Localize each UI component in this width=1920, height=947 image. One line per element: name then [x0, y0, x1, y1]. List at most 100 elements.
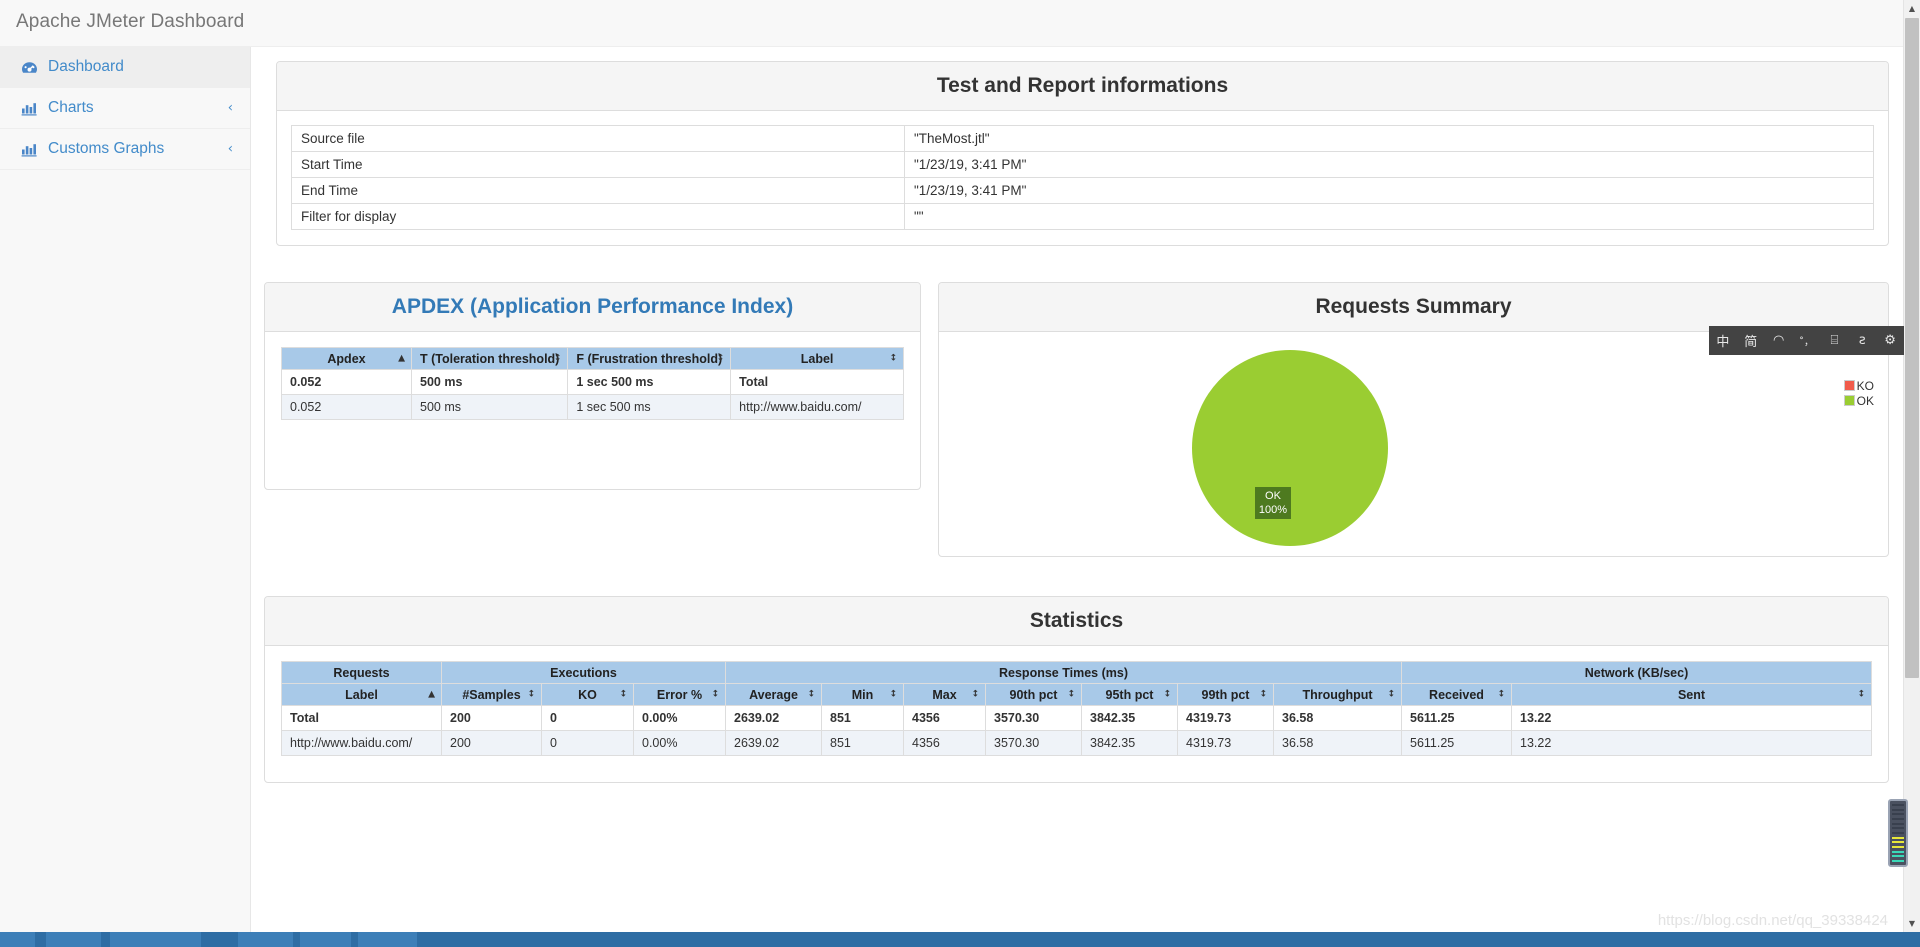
- meter-bar: [1892, 841, 1904, 844]
- sort-indicator-icon: ↕: [711, 689, 719, 699]
- vertical-scrollbar[interactable]: ▲ ▼: [1903, 0, 1920, 932]
- cell: 3570.30: [985, 705, 1082, 731]
- sidebar-nav: Dashboard Charts ‹ Customs Graphs ‹: [0, 47, 251, 947]
- sort-indicator-icon: ▲: [398, 353, 405, 363]
- sort-indicator-icon: ↕: [553, 353, 562, 363]
- panel-header: Test and Report informations: [277, 62, 1888, 111]
- meter-bar: [1892, 836, 1904, 839]
- meter-bar: [1892, 855, 1904, 858]
- cell: 200: [441, 705, 542, 731]
- panel-header: Requests Summary: [939, 283, 1888, 332]
- apdex-col-frustration[interactable]: F (Frustration threshold) ↕: [567, 347, 732, 370]
- scroll-up-arrow-icon[interactable]: ▲: [1904, 0, 1920, 17]
- stats-col-sent[interactable]: Sent ↕: [1511, 683, 1872, 706]
- ime-keyboard-icon[interactable]: ⌸: [1820, 326, 1848, 355]
- cell: 500 ms: [410, 394, 569, 420]
- stats-col-90th-pct[interactable]: 90th pct ↕: [985, 683, 1082, 706]
- stats-col-label[interactable]: Label ▲: [281, 683, 442, 706]
- taskbar-segment[interactable]: [300, 932, 352, 947]
- stats-col-error-pct[interactable]: Error % ↕: [633, 683, 726, 706]
- panel-body: Apdex ▲ T (Toleration threshold) ↕ F (Fr…: [265, 332, 920, 420]
- stats-col-min[interactable]: Min ↕: [821, 683, 904, 706]
- statistics-table: Requests Executions Response Times (ms) …: [281, 661, 1872, 756]
- legend-label: KO: [1856, 378, 1874, 393]
- legend-swatch-ko: [1843, 380, 1855, 391]
- table-header-row: Label ▲ #Samples ↕ KO ↕ Error % ↕ Averag…: [281, 683, 1872, 706]
- column-label: Received: [1429, 687, 1484, 702]
- group-header-response-times: Response Times (ms): [725, 661, 1402, 684]
- cell: 36.58: [1273, 705, 1402, 731]
- panel-title: APDEX (Application Performance Index): [391, 295, 794, 318]
- cell: 3842.35: [1081, 705, 1178, 731]
- ime-punctuation-icon[interactable]: ˚，: [1793, 326, 1821, 355]
- column-label: Error %: [656, 687, 703, 702]
- taskbar-segment[interactable]: [46, 932, 102, 947]
- sort-indicator-icon: ▲: [428, 689, 435, 699]
- legend-item-ok[interactable]: OK: [1843, 393, 1874, 408]
- table-row: Start Time "1/23/19, 3:41 PM": [291, 151, 1874, 178]
- sort-indicator-icon: ↕: [619, 689, 627, 699]
- apdex-col-toleration[interactable]: T (Toleration threshold) ↕: [410, 347, 569, 370]
- sort-indicator-icon: ↕: [807, 689, 815, 699]
- scrollbar-thumb[interactable]: [1905, 18, 1919, 678]
- table-row: Source file "TheMost.jtl": [291, 125, 1874, 152]
- stats-col-samples[interactable]: #Samples ↕: [441, 683, 542, 706]
- sort-indicator-icon: ↕: [1259, 689, 1267, 699]
- meter-bar: [1892, 808, 1904, 811]
- sidebar-item-charts[interactable]: Charts ‹: [0, 88, 250, 129]
- column-label: Throughput: [1302, 687, 1373, 702]
- cell: 0: [541, 730, 634, 756]
- test-report-informations-panel: Test and Report informations Source file…: [276, 61, 1889, 246]
- table-row: Total 200 0 0.00% 2639.02 851 4356 3570.…: [281, 705, 1872, 731]
- cell: 0.00%: [633, 730, 726, 756]
- screen-recorder-level-meter[interactable]: [1888, 799, 1908, 867]
- page-title: Apache JMeter Dashboard: [16, 11, 245, 32]
- stats-col-received[interactable]: Received ↕: [1401, 683, 1512, 706]
- stats-col-ko[interactable]: KO ↕: [541, 683, 634, 706]
- sort-indicator-icon: ↕: [1497, 689, 1505, 699]
- group-header-requests: Requests: [281, 661, 442, 684]
- os-taskbar: [0, 932, 1920, 947]
- pie-slice-label-ok: OK 100%: [1255, 487, 1291, 519]
- taskbar-segment[interactable]: [238, 932, 294, 947]
- stats-col-throughput[interactable]: Throughput ↕: [1273, 683, 1402, 706]
- ime-theme-icon[interactable]: ◠: [1765, 326, 1793, 355]
- sort-indicator-icon: ↕: [716, 353, 725, 363]
- table-row: 0.052 500 ms 1 sec 500 ms http://www.bai…: [281, 394, 904, 420]
- stats-col-99th-pct[interactable]: 99th pct ↕: [1177, 683, 1274, 706]
- cell: 4319.73: [1177, 705, 1274, 731]
- ime-toolbox-icon[interactable]: ƨ: [1848, 326, 1876, 355]
- stats-col-average[interactable]: Average ↕: [725, 683, 822, 706]
- cell: Total: [281, 705, 442, 731]
- ime-settings-gear-icon[interactable]: ⚙: [1876, 326, 1904, 355]
- ime-simplified-traditional-toggle[interactable]: 简: [1737, 326, 1765, 355]
- column-label: 95th pct: [1105, 687, 1154, 702]
- meter-bar: [1892, 827, 1904, 830]
- stats-col-max[interactable]: Max ↕: [903, 683, 986, 706]
- info-key: End Time: [291, 177, 905, 204]
- cell: 1 sec 500 ms: [567, 394, 732, 420]
- apdex-col-apdex[interactable]: Apdex ▲: [281, 347, 412, 370]
- sort-indicator-icon: ↕: [1163, 689, 1171, 699]
- column-label: 90th pct: [1009, 687, 1058, 702]
- stats-col-95th-pct[interactable]: 95th pct ↕: [1081, 683, 1178, 706]
- table-group-header-row: Requests Executions Response Times (ms) …: [281, 661, 1872, 684]
- legend-item-ko[interactable]: KO: [1843, 378, 1874, 393]
- sort-indicator-icon: ↕: [1857, 689, 1865, 699]
- top-header-bar: Apache JMeter Dashboard: [0, 0, 1920, 47]
- bar-chart-icon: [19, 141, 39, 157]
- ime-chinese-english-toggle[interactable]: 中: [1709, 326, 1737, 355]
- meter-bar: [1892, 813, 1904, 816]
- sidebar-item-customs-graphs[interactable]: Customs Graphs ‹: [0, 129, 250, 170]
- sidebar-item-dashboard[interactable]: Dashboard: [0, 47, 250, 88]
- taskbar-segment[interactable]: [358, 932, 418, 947]
- info-value: "1/23/19, 3:41 PM": [904, 151, 1874, 178]
- taskbar-segment[interactable]: [110, 932, 202, 947]
- table-row: End Time "1/23/19, 3:41 PM": [291, 177, 1874, 204]
- apdex-col-label[interactable]: Label ↕: [730, 347, 904, 370]
- taskbar-segment[interactable]: [0, 932, 36, 947]
- scroll-down-arrow-icon[interactable]: ▼: [1904, 915, 1920, 932]
- chevron-left-icon[interactable]: ‹: [228, 142, 233, 157]
- cell: 851: [821, 730, 904, 756]
- chevron-left-icon[interactable]: ‹: [228, 101, 233, 116]
